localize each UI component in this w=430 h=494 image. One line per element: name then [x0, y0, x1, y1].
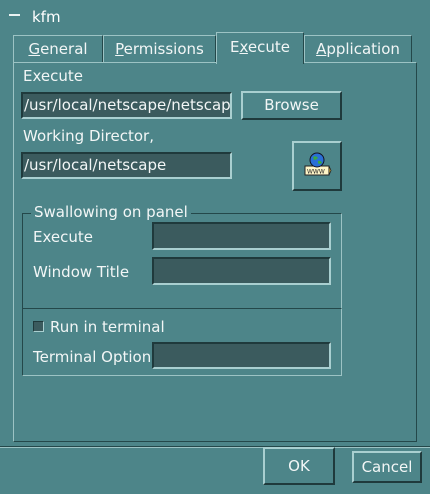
kfm-window: kfm General Permissions Execute Applicat… [0, 0, 430, 494]
window-title-field[interactable] [152, 257, 331, 285]
svg-text:WWW: WWW [307, 169, 325, 176]
working-directory-field[interactable]: /usr/local/netscape [21, 152, 232, 179]
browse-button[interactable]: Browse [241, 91, 342, 120]
tab-general-label: General [28, 40, 88, 58]
window-title: kfm [32, 8, 61, 26]
terminal-option-label: Terminal Option [33, 348, 152, 366]
tab-permissions-label: Permissions [115, 40, 204, 58]
terminal-option-field[interactable] [152, 342, 331, 369]
netscape-www-icon: WWW [304, 152, 332, 176]
cancel-button[interactable]: Cancel [352, 451, 422, 483]
ok-button[interactable]: OK [263, 447, 335, 485]
tab-general[interactable]: General [13, 35, 103, 62]
tab-permissions[interactable]: Permissions [103, 35, 216, 62]
tab-application[interactable]: Application [304, 35, 412, 62]
execute-label: Execute [23, 67, 83, 85]
icon-button[interactable]: WWW [292, 141, 342, 191]
title-bar: kfm [0, 0, 430, 32]
swallowing-legend: Swallowing on panel [31, 203, 191, 221]
run-in-terminal-checkbox[interactable] [33, 321, 44, 332]
swallow-execute-field[interactable] [152, 222, 331, 250]
window-menu-dash-icon[interactable] [9, 14, 20, 16]
execute-field[interactable]: /usr/local/netscape/netscape [21, 92, 232, 119]
tab-execute[interactable]: Execute [216, 32, 304, 64]
working-directory-label: Working Director, [23, 127, 154, 145]
tab-execute-label: Execute [230, 38, 290, 56]
footer-separator-highlight [0, 447, 430, 448]
window-title-label: Window Title [33, 263, 130, 281]
swallow-execute-label: Execute [33, 228, 93, 246]
run-in-terminal-label: Run in terminal [50, 318, 165, 336]
tab-application-label: Application [316, 40, 400, 58]
